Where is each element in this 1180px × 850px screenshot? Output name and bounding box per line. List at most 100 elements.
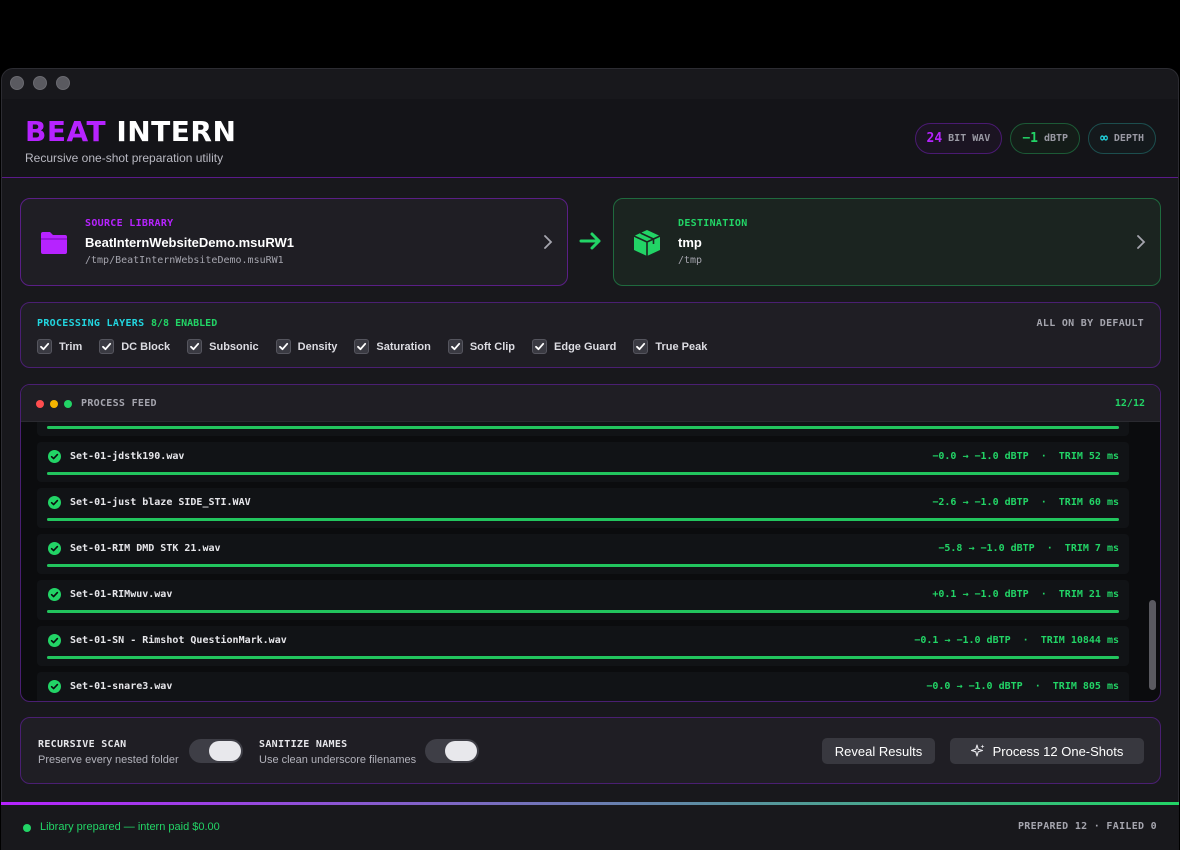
feed-row-filename: Set-01-jdstk190.wav xyxy=(70,451,185,462)
layer-label: Subsonic xyxy=(209,340,259,353)
status-summary: PREPARED 12 · FAILED 0 xyxy=(1017,821,1157,832)
progress-fill xyxy=(47,426,1119,429)
sparkle-icon xyxy=(970,744,985,757)
feed-row-progress xyxy=(47,610,1119,613)
arrow-right-icon xyxy=(579,232,601,250)
feed-row-filename: Set-01-RIM DMD STK 21.wav xyxy=(70,543,221,554)
layer-label: Soft Clip xyxy=(469,340,516,353)
progress-fill xyxy=(47,656,1119,659)
checkmark-icon xyxy=(99,339,115,354)
feed-rows[interactable]: Set-01-close-stick.wav−0.0 → −1.0 dBTP ·… xyxy=(37,422,1129,701)
feed-row: Set-01-SN - Rimshot QuestionMark.wav −0.1… xyxy=(37,626,1129,666)
source-library-card[interactable]: SOURCE LIBRARY BeatInternWebsiteDemo.msu… xyxy=(20,198,568,286)
status-indicator xyxy=(23,824,31,832)
layer-checkboxes: Trim DC Block Subsonic Density Saturation Sof… xyxy=(37,339,724,354)
progress-fill xyxy=(47,472,1119,475)
feed-yellow-dot xyxy=(50,400,58,408)
reveal-results-label: Reveal Results xyxy=(834,743,923,759)
feed-row-progress xyxy=(47,518,1119,521)
check-circle-icon xyxy=(48,450,61,463)
folder-icon xyxy=(41,232,67,254)
layer-checkbox-soft-clip[interactable]: Soft Clip xyxy=(447,339,516,354)
package-icon xyxy=(633,230,661,256)
source-label: SOURCE LIBRARY xyxy=(85,218,174,229)
feed-green-dot xyxy=(64,400,72,408)
process-label: Process 12 One-Shots xyxy=(992,743,1124,759)
feed-scrollbar[interactable] xyxy=(1147,425,1157,699)
sanitize-names-toggle[interactable] xyxy=(425,739,479,763)
layer-checkbox-density[interactable]: Density xyxy=(275,339,338,354)
checkmark-icon xyxy=(275,339,291,354)
feed-row-progress xyxy=(47,656,1119,659)
feed-row: Set-01-jdstk190.wav −0.0 → −1.0 dBTP · TR… xyxy=(37,442,1129,482)
checkmark-icon xyxy=(187,339,203,354)
progress-fill xyxy=(47,610,1119,613)
feed-red-dot xyxy=(36,400,44,408)
layer-label: Edge Guard xyxy=(554,340,617,353)
feed-row-meta: −5.8 → −1.0 dBTP · TRIM 7 ms xyxy=(938,543,1119,554)
chevron-right-icon xyxy=(1137,235,1146,249)
source-path: /tmp/BeatInternWebsiteDemo.msuRW1 xyxy=(85,255,284,266)
checkmark-icon xyxy=(354,339,370,354)
feed-row-filename: Set-01-just blaze SIDE_STI.WAV xyxy=(70,497,251,508)
feed-row: Set-01-just blaze SIDE_STI.WAV −2.6 → −1.… xyxy=(37,488,1129,528)
sanitize-names-title: SANITIZE NAMES xyxy=(259,739,348,750)
check-circle-icon xyxy=(48,634,61,647)
feed-row-meta: −0.1 → −1.0 dBTP · TRIM 10844 ms xyxy=(914,635,1119,646)
layer-checkbox-edge-guard[interactable]: Edge Guard xyxy=(532,339,616,354)
progress-fill xyxy=(47,518,1119,521)
source-name: BeatInternWebsiteDemo.msuRW1 xyxy=(85,235,295,250)
reveal-results-button[interactable]: Reveal Results xyxy=(822,738,935,764)
feed-row-progress xyxy=(47,426,1119,429)
layer-label: True Peak xyxy=(655,340,708,353)
layer-checkbox-saturation[interactable]: Saturation xyxy=(354,339,431,354)
feed-row: Set-01-RIM DMD STK 21.wav −5.8 → −1.0 dBT… xyxy=(37,534,1129,574)
processing-layers-panel: PROCESSING LAYERS 8/8 ENABLED ALL ON BY … xyxy=(20,302,1161,368)
layer-checkbox-trim[interactable]: Trim xyxy=(37,339,82,354)
layer-label: Saturation xyxy=(376,340,431,353)
recursive-scan-toggle[interactable] xyxy=(189,739,243,763)
feed-title: PROCESS FEED xyxy=(81,398,157,409)
layer-checkbox-subsonic[interactable]: Subsonic xyxy=(187,339,259,354)
layers-default-note: ALL ON BY DEFAULT xyxy=(1036,318,1144,329)
feed-row: Set-01-snare3.wav −0.0 → −1.0 dBTP · TRIM… xyxy=(37,672,1129,701)
process-feed: PROCESS FEED 12/12 Set-01-close-stick.wa… xyxy=(20,384,1161,702)
layer-checkbox-dc-block[interactable]: DC Block xyxy=(99,339,170,354)
progress-fill xyxy=(47,564,1119,567)
layers-count: 8/8 ENABLED xyxy=(151,318,218,329)
feed-row-progress xyxy=(47,564,1119,567)
toggle-knob xyxy=(209,741,241,761)
layer-label: Density xyxy=(297,340,338,353)
process-button[interactable]: Process 12 One-Shots xyxy=(950,738,1144,764)
footer-gradient-divider xyxy=(1,802,1179,805)
toggle-knob xyxy=(445,741,477,761)
feed-row: Set-01-RIMwuv.wav +0.1 → −1.0 dBTP · TRIM… xyxy=(37,580,1129,620)
check-circle-icon xyxy=(48,680,61,693)
layer-checkbox-true-peak[interactable]: True Peak xyxy=(633,339,707,354)
recursive-scan-title: RECURSIVE SCAN xyxy=(38,739,127,750)
feed-count: 12/12 xyxy=(1114,398,1145,409)
destination-card[interactable]: DESTINATION tmp /tmp xyxy=(613,198,1161,286)
feed-row-filename: Set-01-SN - Rimshot QuestionMark.wav xyxy=(70,635,287,646)
feed-row-meta: −2.6 → −1.0 dBTP · TRIM 60 ms xyxy=(932,497,1119,508)
destination-label: DESTINATION xyxy=(678,218,748,229)
check-circle-icon xyxy=(48,588,61,601)
checkmark-icon xyxy=(447,339,463,354)
check-circle-icon xyxy=(48,542,61,555)
destination-path: /tmp xyxy=(678,255,703,266)
feed-row-progress xyxy=(47,472,1119,475)
feed-scroll-thumb[interactable] xyxy=(1149,600,1156,690)
feed-row-meta: −0.0 → −1.0 dBTP · TRIM 805 ms xyxy=(926,681,1119,692)
feed-row-filename: Set-01-RIMwuv.wav xyxy=(70,589,173,600)
feed-row-meta: −0.0 → −1.0 dBTP · TRIM 52 ms xyxy=(932,451,1119,462)
chevron-right-icon xyxy=(544,235,553,249)
destination-name: tmp xyxy=(678,235,702,250)
layer-label: Trim xyxy=(59,340,83,353)
feed-row-meta: +0.1 → −1.0 dBTP · TRIM 21 ms xyxy=(932,589,1119,600)
status-footer: Library prepared — intern paid $0.00 PRE… xyxy=(1,802,1179,850)
status-text: Library prepared — intern paid $0.00 xyxy=(40,821,220,833)
controls-bar: RECURSIVE SCAN Preserve every nested fol… xyxy=(20,717,1161,784)
feed-header: PROCESS FEED 12/12 xyxy=(21,385,1160,422)
checkmark-icon xyxy=(633,339,649,354)
sanitize-names-subtitle: Use clean underscore filenames xyxy=(259,754,417,766)
